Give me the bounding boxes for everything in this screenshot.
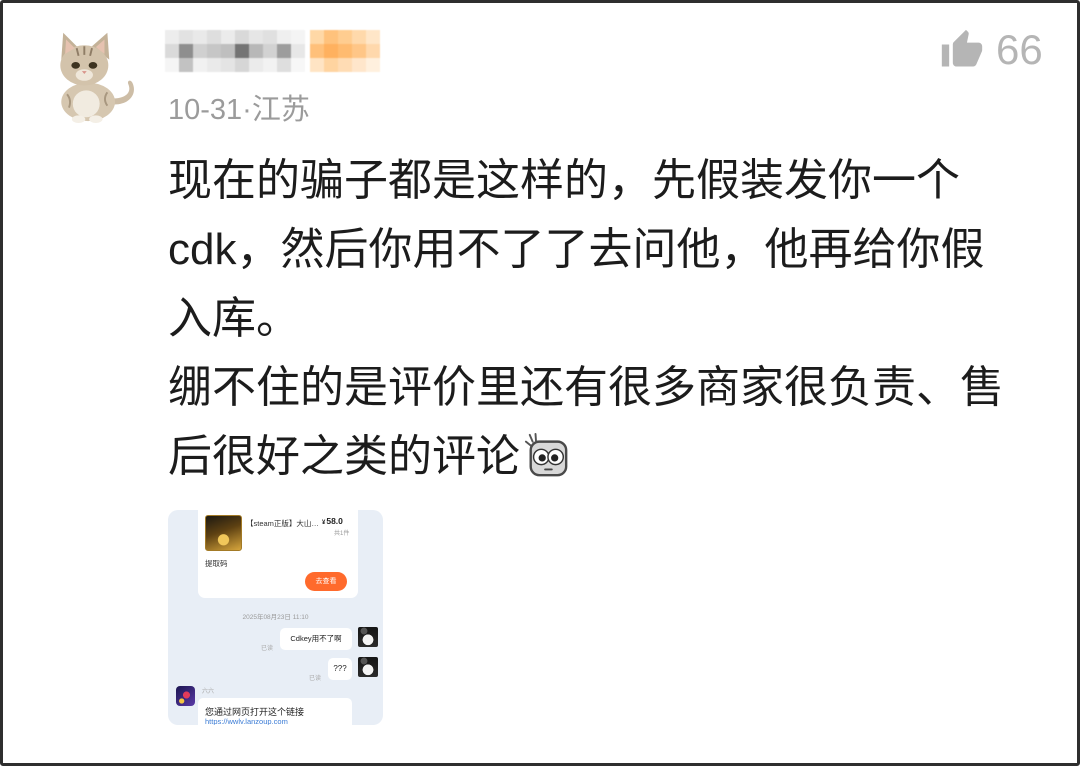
comment-line: 现在的骗子都是这样的，先假装发你一个 [168, 156, 960, 205]
sender-avatar [358, 627, 378, 647]
staring-face-emoji-image [524, 433, 568, 477]
emoji-pupil [551, 454, 559, 462]
cat-avatar[interactable] [44, 26, 140, 124]
comment-line-text: 后很好之类的评论 [168, 432, 520, 481]
comment-line: cdk，然后你用不了了去问他，他再给你假 [168, 225, 985, 274]
read-status: 已读 [309, 676, 322, 682]
cat-eye [71, 62, 80, 69]
cat-muzzle [75, 69, 93, 81]
order-title: 【steam正版】大山… [246, 519, 319, 528]
comment-date: 10-31 [168, 94, 243, 126]
view-order-button: 去查看 [305, 572, 347, 591]
comment-location: 江苏 [251, 94, 310, 126]
meta-separator: · [242, 94, 252, 126]
cat-chest [72, 90, 100, 118]
cat-paw [71, 115, 86, 123]
price-value: 58.0 [326, 516, 343, 526]
comment-line: 入库。 [168, 294, 300, 343]
cat-paw [89, 115, 103, 123]
product-cover-image [205, 515, 242, 551]
user-badge-obscured [310, 30, 380, 72]
thumbs-up-shape [941, 29, 983, 67]
seller-avatar [176, 686, 195, 706]
order-price: ¥58.0 [322, 516, 343, 526]
order-card: 【steam正版】大山… ¥58.0 共1件 提取码 去查看 [198, 510, 358, 598]
emoji-pupil [538, 454, 546, 462]
staring-face-emoji [524, 433, 570, 479]
read-status: 已读 [261, 646, 274, 652]
attached-image[interactable]: 【steam正版】大山… ¥58.0 共1件 提取码 去查看 2025年08月2… [168, 510, 383, 725]
sent-message: ??? [328, 658, 352, 680]
comment-line: 绷不住的是评价里还有很多商家很负责、售 [168, 363, 1004, 412]
received-message: 您通过网页打开这个链接 https://wwlv.lanzoup.com [198, 698, 352, 725]
sender-avatar [358, 657, 378, 677]
comment-line-with-emoji: 后很好之类的评论 [168, 422, 1004, 491]
received-message-link: https://wwlv.lanzoup.com [205, 717, 288, 725]
price-symbol: ¥ [322, 520, 326, 526]
comment-meta: 10-31·江苏 [168, 90, 310, 130]
code-label: 提取码 [205, 559, 228, 568]
comment-body: 现在的骗子都是这样的，先假装发你一个 cdk，然后你用不了了去问他，他再给你假 … [168, 146, 1004, 491]
seller-name: 六六 [202, 689, 215, 695]
comment-card: 66 10-31·江苏 现在的骗子都是这样的，先假装发你一个 cdk，然后你用不… [0, 0, 1080, 766]
chat-timestamp: 2025年08月23日 11:10 [242, 614, 309, 621]
thumbs-up-icon [941, 29, 983, 67]
sent-message: Cdkey用不了啊 [280, 628, 352, 650]
like-button[interactable]: 66 [940, 26, 1043, 74]
username-obscured[interactable] [165, 30, 305, 72]
like-count: 66 [996, 26, 1043, 73]
cat-avatar-image [60, 32, 134, 123]
cat-eye [88, 62, 98, 69]
order-quantity: 共1件 [334, 531, 350, 537]
